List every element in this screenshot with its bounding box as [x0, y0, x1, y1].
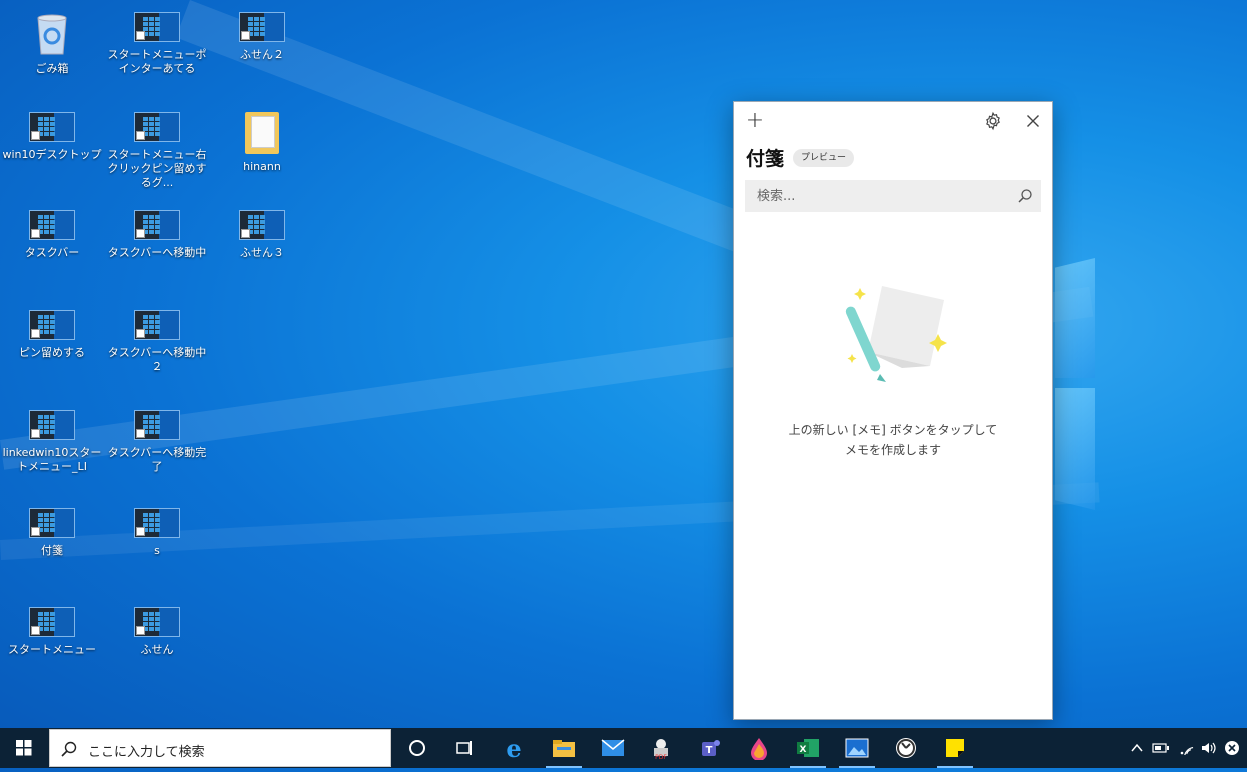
desktop-icon[interactable]: スタートメニュー	[2, 607, 102, 657]
desktop-icon-label: ごみ箱	[35, 62, 69, 75]
app-title: 付箋	[746, 148, 785, 170]
screenshot-file-icon	[134, 508, 180, 538]
taskbar: ここに入力して検索 e PDF T X	[0, 728, 1247, 768]
start-button[interactable]	[0, 728, 48, 768]
excel-icon[interactable]: X	[784, 728, 832, 768]
notes-search-box	[745, 180, 1041, 212]
desktop-icon-label: ふせん２	[240, 48, 284, 61]
cortana-icon[interactable]	[393, 728, 441, 768]
desktop-icon[interactable]: ふせん３	[212, 210, 312, 260]
windows-start-icon	[16, 740, 32, 756]
desktop-icon[interactable]: スタートメニューポインターあてる	[107, 12, 207, 76]
desktop-icon-label: hinann	[243, 160, 281, 173]
desktop-icon-label: タスクバーへ移動中２	[107, 346, 207, 373]
search-input[interactable]	[745, 180, 1029, 212]
desktop-icon[interactable]: ピン留めする	[2, 310, 102, 360]
desktop-icon[interactable]: hinann	[212, 112, 312, 174]
desktop-icon[interactable]: ふせん２	[212, 12, 312, 62]
plus-icon[interactable]: +	[744, 110, 766, 132]
search-icon	[61, 741, 77, 757]
desktop-icon-label: スタートメニューポインターあてる	[107, 48, 207, 75]
desktop-icon-label: s	[154, 544, 160, 557]
screenshot-file-icon	[134, 12, 180, 42]
paint-icon[interactable]	[735, 728, 783, 768]
svg-text:X: X	[800, 745, 807, 755]
search-icon[interactable]	[1017, 188, 1033, 204]
desktop-icon-label: タスクバー	[24, 246, 80, 259]
screenshot-file-icon	[29, 508, 75, 538]
desktop-icon-label: win10デスクトップ	[2, 148, 102, 161]
chevron-up-icon[interactable]	[1126, 728, 1148, 768]
desktop-icon[interactable]: タスクバー	[2, 210, 102, 260]
empty-line-1: 上の新しい [メモ] ボタンをタップして	[788, 423, 998, 437]
screenshot-file-icon	[29, 410, 75, 440]
preview-badge: プレビュー	[793, 149, 855, 167]
screenshot-file-icon	[239, 12, 285, 42]
desktop-icon[interactable]: スタートメニュー右クリックピン留めするグ...	[107, 112, 207, 190]
photos-icon[interactable]	[833, 728, 881, 768]
desktop-icon[interactable]: win10デスクトップ	[2, 112, 102, 162]
desktop-icon-label: ふせん	[140, 643, 174, 656]
desktop-icon-label: スタートメニュー	[8, 643, 96, 656]
desktop-icon-label: タスクバーへ移動中	[107, 246, 207, 259]
taskbar-search-box[interactable]: ここに入力して検索	[49, 729, 391, 767]
screenshot-file-icon	[29, 112, 75, 142]
screenshot-file-icon	[134, 410, 180, 440]
desktop-icon[interactable]: 付箋	[2, 508, 102, 558]
desktop-icon-label: ピン留めする	[19, 346, 85, 359]
folder-icon	[245, 112, 279, 154]
sticky-notes-icon[interactable]	[931, 728, 979, 768]
desktop-icon-label: ふせん３	[240, 246, 284, 259]
sticky-notes-window: + 付箋 プレビュー 上の新しい [メモ] ボタンをタップして メモを作成します	[733, 101, 1053, 720]
svg-text:PDF: PDF	[655, 754, 667, 760]
empty-line-2: メモを作成します	[844, 443, 941, 457]
volume-icon[interactable]	[1198, 728, 1220, 768]
screenshot-file-icon	[29, 607, 75, 637]
battery-icon[interactable]	[1150, 728, 1172, 768]
desktop-icon-label: 付箋	[41, 544, 63, 557]
desktop-icon[interactable]: s	[107, 508, 207, 558]
screenshot-file-icon	[239, 210, 285, 240]
file-explorer-icon[interactable]	[540, 728, 588, 768]
edge-icon[interactable]: e	[490, 728, 538, 768]
desktop-icon[interactable]: ふせん	[107, 607, 207, 657]
gear-icon[interactable]	[982, 110, 1004, 132]
desktop-icon-label: スタートメニュー右クリックピン留めするグ...	[107, 148, 207, 189]
taskbar-search-placeholder: ここに入力して検索	[88, 745, 205, 760]
desktop-icon-label: タスクバーへ移動完了	[107, 446, 207, 473]
task-view-icon[interactable]	[440, 728, 488, 768]
pdf-app-icon[interactable]: PDF	[637, 728, 685, 768]
desktop-icon[interactable]: タスクバーへ移動完了	[107, 410, 207, 474]
screenshot-file-icon	[29, 210, 75, 240]
empty-state-message: 上の新しい [メモ] ボタンをタップして メモを作成します	[734, 420, 1052, 460]
svg-text:T: T	[706, 745, 713, 756]
desktop-icon-label: linkedwin10スタートメニュー_LI	[2, 446, 102, 473]
screenshot-file-icon	[29, 310, 75, 340]
screenshot-file-icon	[134, 112, 180, 142]
desktop-icon[interactable]: タスクバーへ移動中	[107, 210, 207, 260]
empty-notes-illustration	[845, 286, 947, 382]
wifi-icon[interactable]	[1175, 728, 1197, 768]
screenshot-file-icon	[134, 607, 180, 637]
desktop-icon[interactable]: ごみ箱	[2, 12, 102, 76]
mail-icon[interactable]	[589, 728, 637, 768]
close-icon[interactable]	[1022, 110, 1044, 132]
screenshot-file-icon	[134, 210, 180, 240]
desktop-icon[interactable]: タスクバーへ移動中２	[107, 310, 207, 374]
teams-icon[interactable]: T	[686, 728, 734, 768]
desktop-icon[interactable]: linkedwin10スタートメニュー_LI	[2, 410, 102, 474]
clock-app-icon[interactable]	[882, 728, 930, 768]
screenshot-file-icon	[134, 310, 180, 340]
recycle-bin-icon	[34, 12, 70, 56]
notification-icon[interactable]	[1221, 728, 1243, 768]
